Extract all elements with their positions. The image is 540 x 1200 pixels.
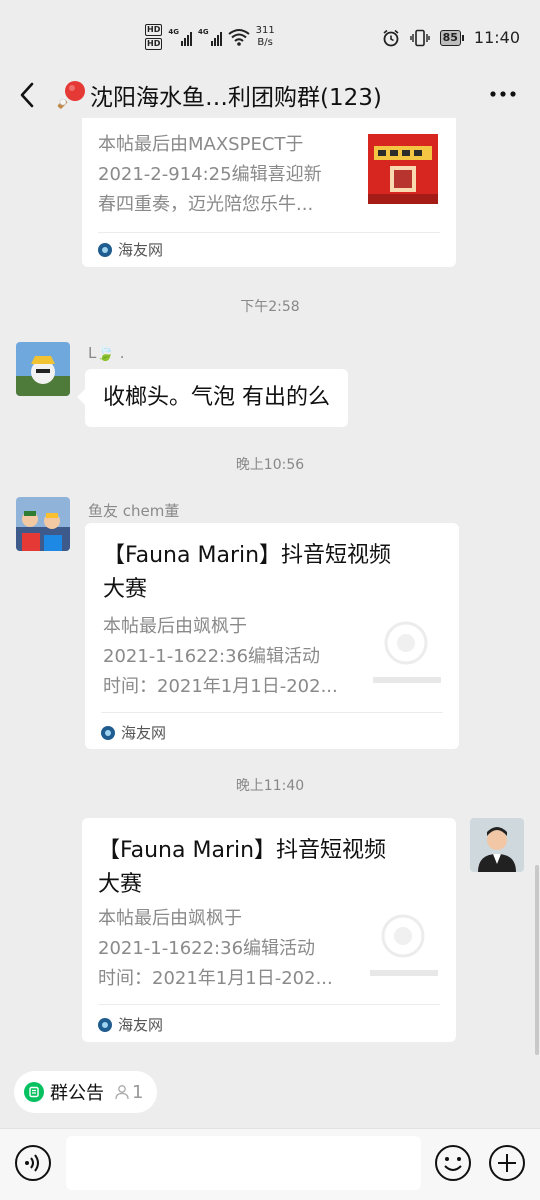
wifi-icon [227, 29, 250, 46]
card-title-line: 大赛 [103, 577, 148, 602]
card-thumbnail [371, 613, 441, 683]
link-card-message[interactable]: 本帖最后由MAXSPECT于 2021-2-914:25编辑喜迎新 春四重奏，迈… [82, 118, 456, 267]
network-speed: 311 B/s [256, 25, 275, 49]
sender-name: L🍃 . [88, 344, 125, 362]
network-speed-unit: B/s [257, 37, 273, 48]
avatar[interactable] [16, 497, 70, 551]
more-dots-icon[interactable] [490, 84, 516, 104]
card-source: 海友网 [98, 239, 163, 260]
card-title: 【Fauna Marin】抖音短视频 大赛 [103, 539, 391, 607]
source-icon [98, 1017, 112, 1032]
back-chevron-icon[interactable] [16, 80, 40, 110]
card-title-line: 【Fauna Marin】抖音短视频 [103, 543, 392, 568]
card-source: 海友网 [98, 1014, 163, 1035]
avatar[interactable] [16, 342, 70, 396]
alarm-icon [383, 29, 399, 46]
link-card-message[interactable]: 【Fauna Marin】抖音短视频 大赛 本帖最后由飒枫于 2021-1-16… [85, 523, 459, 749]
chat-title[interactable]: 沈阳海水鱼…利团购群(123) [56, 78, 382, 112]
card-desc-line: 2021-2-914:25编辑喜迎新 [98, 164, 322, 185]
person-icon [115, 1085, 129, 1100]
announcement-label: 群公告 [50, 1083, 104, 1104]
card-desc-line: 本帖最后由MAXSPECT于 [98, 134, 304, 155]
hd-badge-2: HD [145, 38, 163, 50]
timestamp: 晚上10:56 [235, 457, 305, 473]
hd-badge-1: HD [145, 24, 163, 36]
card-desc-line: 2021-1-1622:36编辑活动 [103, 646, 321, 667]
sender-name: 鱼友 chem董 [88, 502, 180, 520]
group-announcement-chip[interactable]: 群公告 1 [14, 1071, 158, 1113]
network-speed-value: 311 [255, 25, 275, 36]
status-left: HD HD 4G 4G 311 B/s [145, 24, 275, 50]
my-avatar[interactable] [470, 818, 524, 872]
card-desc-line: 2021-1-1622:36编辑活动 [98, 938, 316, 959]
signal-2-icon: 4G [198, 28, 222, 46]
card-desc-line: 时间：2021年1月1日-202... [103, 676, 338, 697]
chat-header: 沈阳海水鱼…利团购群(123) [0, 70, 540, 122]
source-icon [98, 242, 112, 257]
announcement-count-value: 1 [132, 1081, 144, 1103]
card-title-line: 大赛 [98, 872, 143, 897]
announcement-icon [24, 1082, 44, 1102]
vibrate-icon [409, 29, 430, 46]
card-thumbnail [368, 134, 438, 204]
card-source-text: 海友网 [118, 241, 164, 259]
card-desc-line: 春四重奏，迈光陪您乐牛... [98, 194, 314, 215]
card-title-line: 【Fauna Marin】抖音短视频 [98, 838, 387, 863]
message-input[interactable] [66, 1136, 421, 1190]
card-source-text: 海友网 [121, 724, 167, 742]
battery-level: 85 [439, 29, 461, 46]
network-type-2: 4G [197, 28, 209, 36]
chat-title-text: 沈阳海水鱼…利团购群(123) [90, 85, 382, 111]
link-card-message[interactable]: 【Fauna Marin】抖音短视频 大赛 本帖最后由飒枫于 2021-1-16… [82, 818, 456, 1042]
battery-icon: 85 [439, 29, 464, 46]
card-title: 【Fauna Marin】抖音短视频 大赛 [98, 834, 386, 902]
status-right: 85 11:40 [382, 28, 520, 47]
input-bar [0, 1128, 540, 1200]
card-divider [101, 712, 443, 713]
card-desc-line: 本帖最后由飒枫于 [98, 908, 242, 929]
source-icon [101, 725, 115, 740]
announcement-count: 1 [114, 1082, 143, 1103]
ping-pong-icon [57, 81, 85, 109]
card-description: 本帖最后由飒枫于 2021-1-1622:36编辑活动 时间：2021年1月1日… [103, 612, 338, 702]
status-bar: HD HD 4G 4G 311 B/s 85 11:40 [0, 0, 540, 80]
hd-indicators: HD HD [145, 24, 163, 50]
card-divider [98, 1004, 440, 1005]
text-message-bubble[interactable]: 收榔头。气泡 有出的么 [77, 369, 348, 427]
signal-1-icon: 4G [168, 28, 192, 46]
timestamp: 晚上11:40 [235, 778, 305, 794]
network-type-1: 4G [168, 28, 179, 36]
voice-icon[interactable] [14, 1144, 52, 1182]
card-source-text: 海友网 [118, 1016, 164, 1034]
timestamp: 下午2:58 [240, 299, 300, 315]
card-desc-line: 时间：2021年1月1日-202... [98, 968, 333, 989]
card-thumbnail [368, 906, 438, 976]
card-desc-line: 本帖最后由飒枫于 [103, 616, 247, 637]
card-description: 本帖最后由MAXSPECT于 2021-2-914:25编辑喜迎新 春四重奏，迈… [98, 130, 322, 220]
card-source: 海友网 [101, 722, 166, 743]
card-description: 本帖最后由飒枫于 2021-1-1622:36编辑活动 时间：2021年1月1日… [98, 904, 333, 994]
clock: 11:40 [473, 28, 520, 47]
scrollbar[interactable] [535, 865, 539, 1055]
emoji-icon[interactable] [434, 1144, 472, 1182]
card-divider [98, 232, 440, 233]
plus-icon[interactable] [488, 1144, 526, 1182]
